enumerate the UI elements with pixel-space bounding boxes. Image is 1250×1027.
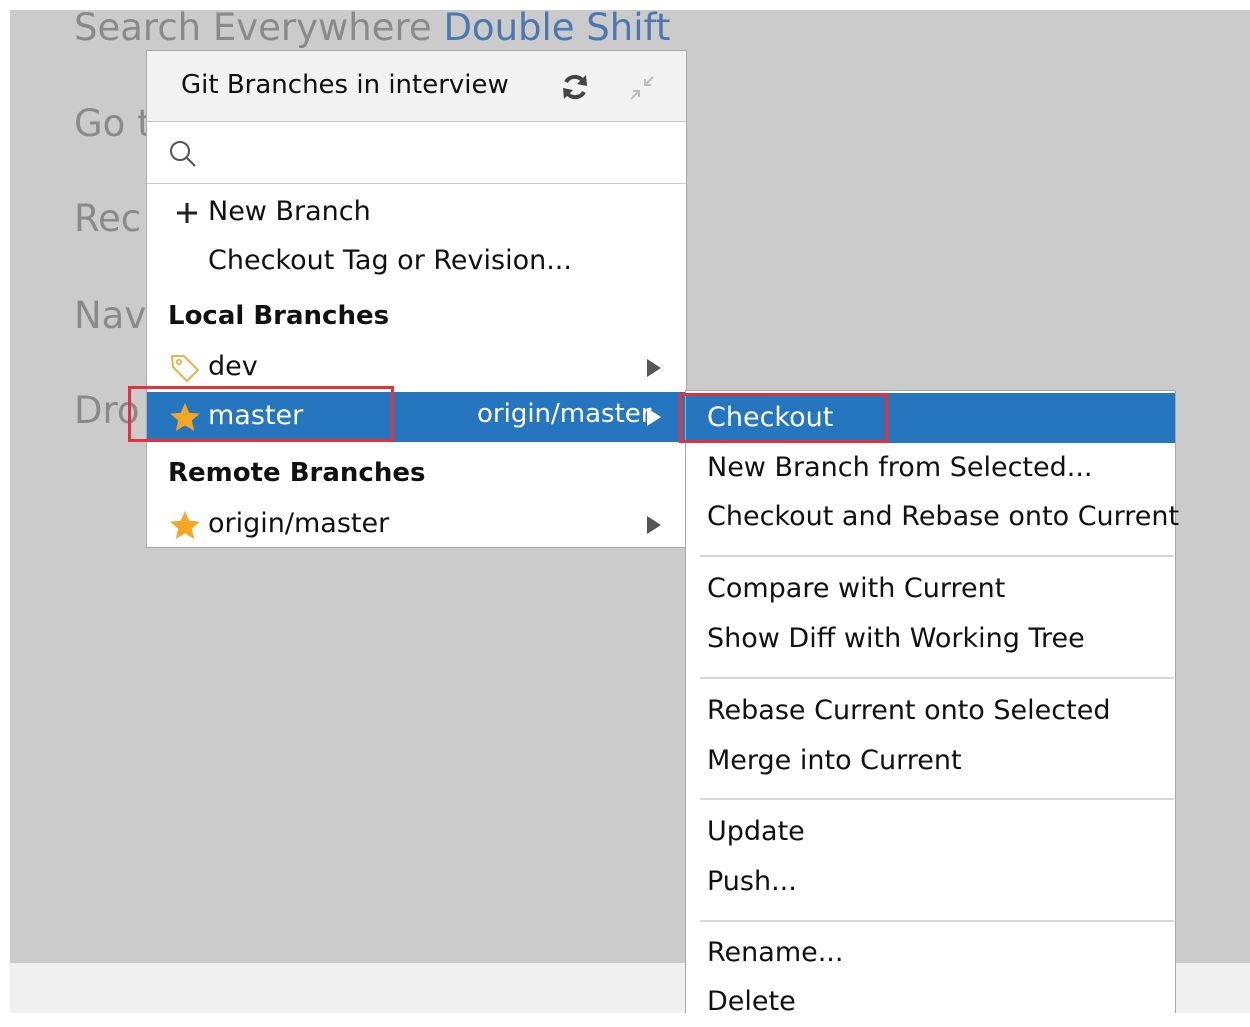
- hint-go-to: Go t: [74, 102, 152, 145]
- hint-search-everywhere: Search Everywhere Double Shift: [74, 8, 670, 48]
- menu-separator: [700, 798, 1174, 800]
- branch-name: dev: [208, 351, 258, 382]
- refresh-icon[interactable]: [559, 71, 591, 103]
- menu-item-rename[interactable]: Rename...: [686, 928, 1175, 978]
- menu-item-label: Show Diff with Working Tree: [707, 623, 1085, 654]
- menu-separator: [700, 555, 1174, 557]
- branch-actions-submenu: Checkout New Branch from Selected... Che…: [685, 390, 1179, 1017]
- branch-search-row: [147, 122, 686, 184]
- plus-icon: [177, 203, 197, 223]
- menu-item-compare-with-current[interactable]: Compare with Current: [686, 564, 1175, 614]
- menu-item-label: Checkout and Rebase onto Current: [707, 501, 1180, 532]
- hint-shortcut: Double Shift: [443, 6, 671, 49]
- menu-item-rebase-current[interactable]: Rebase Current onto Selected: [686, 686, 1175, 736]
- branch-item-origin-master[interactable]: origin/master: [147, 500, 686, 550]
- popup-title: Git Branches in interview: [181, 70, 509, 100]
- menu-item-label: Merge into Current: [707, 745, 962, 776]
- menu-item-label: Update: [707, 816, 805, 847]
- star-icon: [170, 511, 200, 539]
- menu-item-label: New Branch from Selected...: [707, 452, 1093, 483]
- hint-drop: Dro: [74, 389, 140, 432]
- branch-item-dev[interactable]: dev: [147, 343, 686, 393]
- menu-separator: [700, 920, 1174, 922]
- branch-name: origin/master: [208, 508, 390, 539]
- menu-separator: [700, 677, 1174, 679]
- menu-item-show-diff[interactable]: Show Diff with Working Tree: [686, 614, 1175, 664]
- submenu-arrow-icon: [647, 408, 661, 426]
- new-branch-item[interactable]: New Branch: [147, 188, 686, 238]
- popup-header: Git Branches in interview: [147, 51, 686, 122]
- menu-item-label: Rebase Current onto Selected: [707, 695, 1111, 726]
- git-branches-popup: Git Branches in interview New Branch Che…: [146, 50, 687, 548]
- checkout-tag-item[interactable]: Checkout Tag or Revision...: [147, 237, 686, 287]
- menu-item-delete[interactable]: Delete: [686, 977, 1175, 1027]
- menu-item-new-branch-from-selected[interactable]: New Branch from Selected...: [686, 443, 1175, 493]
- menu-item-update[interactable]: Update: [686, 807, 1175, 857]
- branch-name: master: [208, 400, 304, 431]
- menu-item-label: Compare with Current: [707, 573, 1006, 604]
- submenu-arrow-icon: [647, 359, 661, 377]
- hint-navigation: Nav: [74, 294, 147, 337]
- local-branches-header: Local Branches: [168, 301, 390, 331]
- hint-recent: Rec: [74, 197, 142, 240]
- submenu-arrow-icon: [647, 516, 661, 534]
- search-icon: [170, 141, 196, 167]
- menu-item-merge-into-current[interactable]: Merge into Current: [686, 736, 1175, 786]
- remote-branches-header: Remote Branches: [168, 458, 426, 488]
- menu-item-checkout-and-rebase[interactable]: Checkout and Rebase onto Current: [686, 492, 1179, 542]
- hint-text: Search Everywhere: [74, 6, 432, 49]
- menu-item-checkout[interactable]: Checkout: [686, 393, 1175, 443]
- new-branch-label: New Branch: [208, 196, 371, 227]
- menu-item-label: Push...: [707, 866, 797, 897]
- collapse-icon[interactable]: [627, 73, 657, 103]
- star-icon: [170, 403, 200, 431]
- menu-item-label: Delete: [707, 986, 796, 1017]
- branch-item-master[interactable]: master origin/master: [147, 392, 686, 442]
- tracking-branch: origin/master: [477, 399, 652, 429]
- tag-icon: [171, 355, 199, 382]
- menu-item-label: Checkout: [707, 402, 834, 433]
- menu-item-label: Rename...: [707, 937, 844, 968]
- branch-search-input[interactable]: [209, 132, 673, 174]
- menu-item-push[interactable]: Push...: [686, 857, 1175, 907]
- checkout-tag-label: Checkout Tag or Revision...: [208, 245, 572, 276]
